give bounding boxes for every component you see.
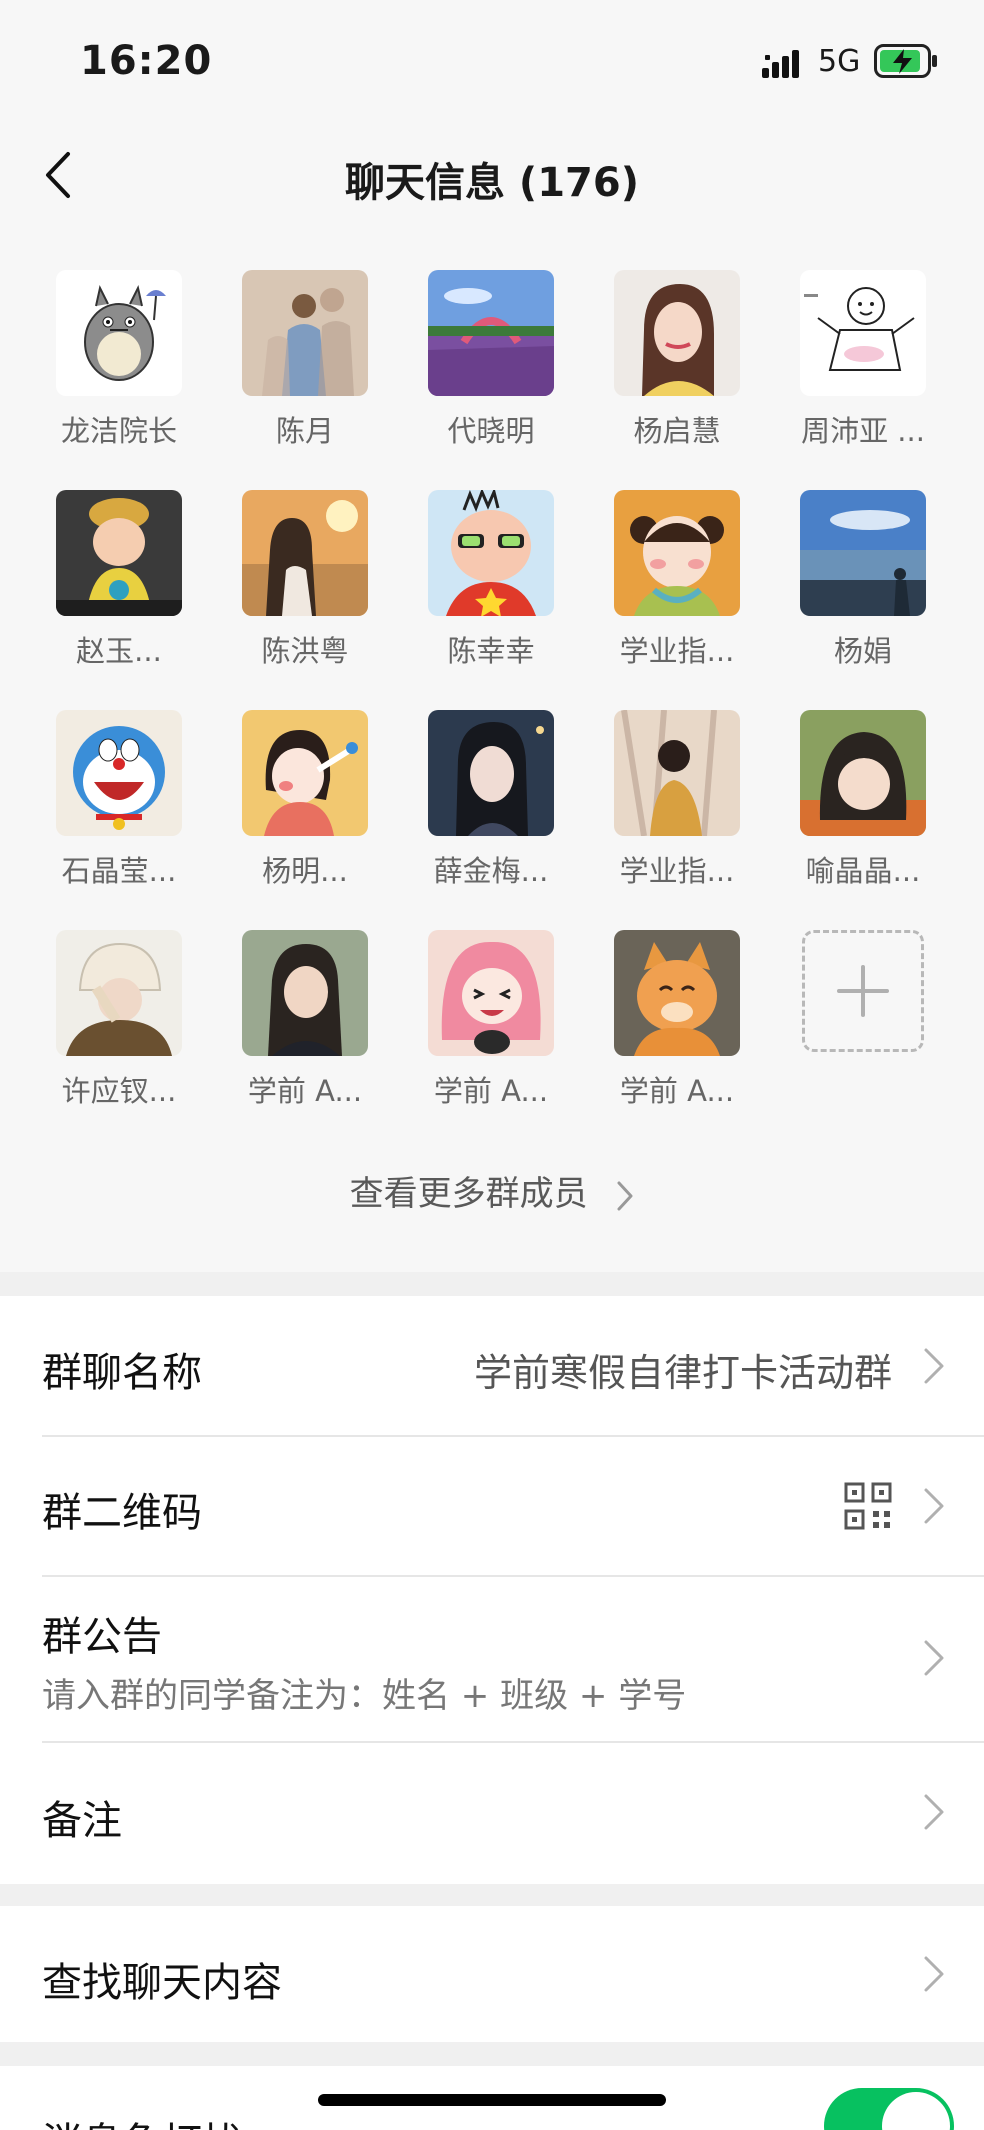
avatar bbox=[428, 930, 554, 1056]
member-name: 赵玉... bbox=[76, 634, 162, 668]
member-name: 学前 A... bbox=[247, 1074, 363, 1108]
announcement-row[interactable]: 群公告 请入群的同学备注为：姓名 + 班级 + 学号 bbox=[0, 1576, 984, 1742]
member-item[interactable]: 陈月 bbox=[212, 270, 398, 470]
member-item[interactable]: 学前 A... bbox=[584, 930, 770, 1130]
avatar bbox=[614, 270, 740, 396]
avatar bbox=[56, 930, 182, 1056]
group-settings-section: 群聊名称 学前寒假自律打卡活动群 群二维码 群公告 请入群的同学备注为：姓名 +… bbox=[0, 1296, 984, 1884]
group-name-label: 群聊名称 bbox=[42, 1350, 202, 1396]
qr-code-row[interactable]: 群二维码 bbox=[0, 1436, 984, 1576]
announcement-label: 群公告 bbox=[42, 1614, 162, 1660]
remark-row[interactable]: 备注 bbox=[0, 1742, 984, 1884]
avatar bbox=[428, 490, 554, 616]
avatar bbox=[56, 490, 182, 616]
member-name: 石晶莹... bbox=[61, 854, 177, 888]
avatar bbox=[242, 710, 368, 836]
chevron-right-icon bbox=[617, 1181, 633, 1210]
member-name: 周沛亚 ... bbox=[801, 414, 925, 448]
member-item[interactable]: 学业指... bbox=[584, 710, 770, 910]
avatar bbox=[800, 270, 926, 396]
member-item[interactable]: 石晶莹... bbox=[26, 710, 212, 910]
network-type: 5G bbox=[818, 44, 861, 79]
avatar bbox=[242, 270, 368, 396]
remark-label: 备注 bbox=[42, 1798, 122, 1844]
qr-code-label: 群二维码 bbox=[42, 1490, 202, 1536]
chevron-right-icon bbox=[924, 1488, 944, 1524]
member-item[interactable]: 杨娟 bbox=[770, 490, 956, 690]
member-name: 学业指... bbox=[619, 634, 735, 668]
view-more-label: 查看更多群成员 bbox=[349, 1174, 588, 1214]
member-item[interactable]: 薛金梅... bbox=[398, 710, 584, 910]
search-chat-label: 查找聊天内容 bbox=[42, 1960, 282, 2006]
add-member-item[interactable] bbox=[770, 930, 956, 1130]
member-item[interactable]: 周沛亚 ... bbox=[770, 270, 956, 470]
view-more-members-link[interactable]: 查看更多群成员 bbox=[0, 1166, 984, 1215]
member-item[interactable]: 杨明... bbox=[212, 710, 398, 910]
avatar bbox=[614, 710, 740, 836]
chevron-right-icon bbox=[924, 1640, 944, 1676]
signal-icon bbox=[762, 50, 806, 84]
member-item[interactable]: 许应钗... bbox=[26, 930, 212, 1130]
avatar bbox=[800, 490, 926, 616]
battery-icon bbox=[874, 44, 938, 82]
group-name-row[interactable]: 群聊名称 学前寒假自律打卡活动群 bbox=[0, 1296, 984, 1436]
member-name: 陈洪粤 bbox=[261, 634, 349, 668]
member-name: 杨明... bbox=[262, 854, 348, 888]
page-title: 聊天信息 (176) bbox=[345, 160, 639, 206]
member-name: 龙洁院长 bbox=[60, 414, 177, 448]
member-item[interactable]: 赵玉... bbox=[26, 490, 212, 690]
avatar bbox=[56, 710, 182, 836]
member-item[interactable]: 陈幸幸 bbox=[398, 490, 584, 690]
chevron-right-icon bbox=[924, 1794, 944, 1830]
mute-label: 消息免打扰 bbox=[42, 2110, 242, 2130]
member-name: 代晓明 bbox=[447, 414, 535, 448]
member-item[interactable]: 代晓明 bbox=[398, 270, 584, 470]
avatar bbox=[614, 930, 740, 1056]
member-item[interactable]: 龙洁院长 bbox=[26, 270, 212, 470]
mute-toggle[interactable] bbox=[824, 2088, 954, 2130]
avatar bbox=[614, 490, 740, 616]
navigation-bar: 聊天信息 (176) bbox=[0, 120, 984, 230]
member-name: 学前 A... bbox=[619, 1074, 735, 1108]
member-item[interactable]: 陈洪粤 bbox=[212, 490, 398, 690]
member-name: 学业指... bbox=[619, 854, 735, 888]
add-member-button[interactable] bbox=[802, 930, 924, 1052]
avatar bbox=[428, 270, 554, 396]
home-indicator bbox=[318, 2094, 666, 2106]
member-item[interactable]: 喻晶晶... bbox=[770, 710, 956, 910]
avatar bbox=[242, 490, 368, 616]
member-name: 杨启慧 bbox=[633, 414, 721, 448]
member-name: 许应钗... bbox=[61, 1074, 177, 1108]
group-name-value: 学前寒假自律打卡活动群 bbox=[473, 1351, 892, 1395]
member-name: 陈月 bbox=[275, 414, 334, 448]
member-name: 杨娟 bbox=[833, 634, 892, 668]
avatar bbox=[242, 930, 368, 1056]
member-item[interactable]: 学业指... bbox=[584, 490, 770, 690]
qr-code-icon bbox=[844, 1482, 892, 1530]
member-name: 薛金梅... bbox=[433, 854, 549, 888]
member-item[interactable]: 杨启慧 bbox=[584, 270, 770, 470]
avatar bbox=[800, 710, 926, 836]
chevron-right-icon bbox=[924, 1956, 944, 1992]
plus-icon bbox=[837, 965, 889, 1017]
status-bar: 16:20 5G bbox=[0, 0, 984, 120]
status-time: 16:20 bbox=[80, 38, 213, 84]
member-name: 喻晶晶... bbox=[805, 854, 921, 888]
search-section: 查找聊天内容 bbox=[0, 1906, 984, 2042]
announcement-text: 请入群的同学备注为：姓名 + 班级 + 学号 bbox=[42, 1676, 687, 1716]
chevron-right-icon bbox=[924, 1348, 944, 1384]
member-name: 陈幸幸 bbox=[447, 634, 535, 668]
member-item[interactable]: 学前 A... bbox=[212, 930, 398, 1130]
member-name: 学前 A... bbox=[433, 1074, 549, 1108]
toggle-knob bbox=[882, 2092, 950, 2130]
avatar bbox=[428, 710, 554, 836]
search-chat-row[interactable]: 查找聊天内容 bbox=[0, 1906, 984, 2042]
avatar bbox=[56, 270, 182, 396]
member-item[interactable]: 学前 A... bbox=[398, 930, 584, 1130]
